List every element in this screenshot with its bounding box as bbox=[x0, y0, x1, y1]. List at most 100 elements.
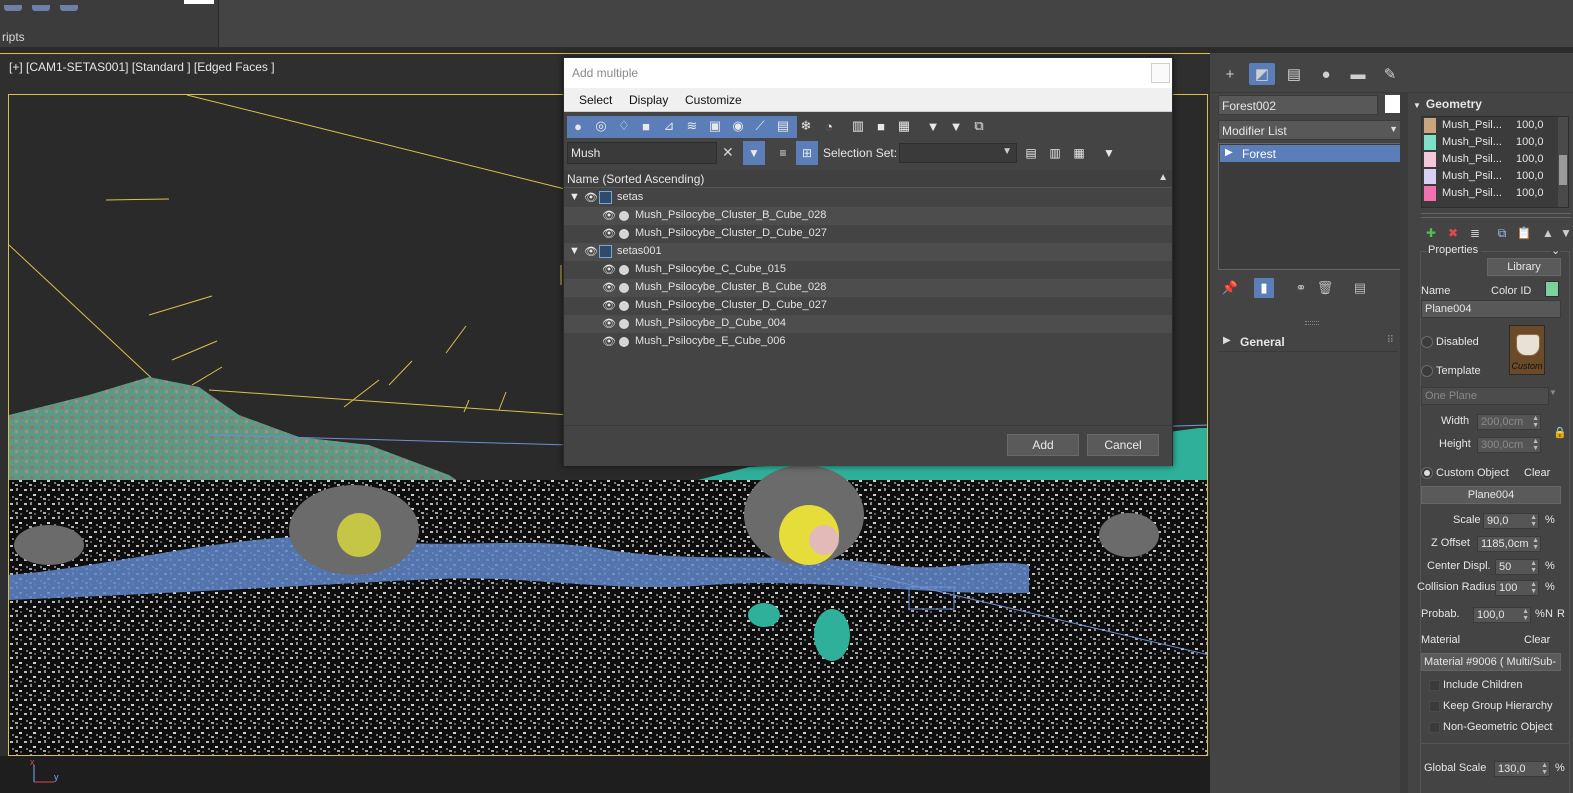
custom-thumbnail[interactable]: Custom bbox=[1509, 325, 1545, 375]
disabled-checkbox[interactable] bbox=[1421, 336, 1433, 348]
custom-object-button[interactable]: Plane004 bbox=[1421, 486, 1561, 504]
bone-filter-icon[interactable]: ⟋ bbox=[751, 117, 769, 135]
expand-arrow-icon[interactable]: ▶ bbox=[1225, 147, 1233, 158]
select-invert-icon[interactable]: ▦ bbox=[1068, 141, 1090, 165]
collapse-arrow-icon[interactable]: ▼ bbox=[569, 245, 580, 257]
menu-customize[interactable]: Customize bbox=[685, 93, 742, 107]
pin-stack-icon[interactable]: 📌 bbox=[1220, 278, 1240, 298]
filter-toggle-button[interactable]: ▼ bbox=[743, 141, 765, 165]
spinner-arrows-icon[interactable]: ▲ ▼ bbox=[1522, 608, 1529, 622]
modifier-list-dropdown[interactable]: Modifier List ▼ bbox=[1218, 120, 1403, 140]
modifier-stack-item[interactable]: ▶ Forest bbox=[1220, 145, 1402, 162]
cancel-button[interactable]: Cancel bbox=[1087, 434, 1159, 456]
create-tab-icon[interactable]: + bbox=[1217, 63, 1243, 85]
collapse-arrow-icon[interactable]: ▼ bbox=[569, 191, 580, 203]
visibility-eye-icon[interactable]: 👁 bbox=[602, 317, 616, 330]
material-button[interactable]: Material #9006 ( Multi/Sub- bbox=[1421, 653, 1561, 671]
visibility-eye-icon[interactable]: 👁 bbox=[602, 227, 616, 240]
tree-group-row[interactable]: ▼ 👁 setas bbox=[564, 189, 1172, 207]
invert-filter-icon[interactable]: ▥ bbox=[849, 117, 867, 135]
spinner-arrows-icon[interactable]: ▲ ▼ bbox=[1532, 438, 1539, 452]
container-filter-icon[interactable]: ▤ bbox=[774, 117, 792, 135]
tree-row[interactable]: 👁 Mush_Psilocybe_D_Cube_004 bbox=[564, 315, 1172, 333]
select-all-icon[interactable]: ▤ bbox=[1020, 141, 1042, 165]
scale-spinner[interactable]: 90,0 ▲ ▼ bbox=[1483, 513, 1539, 529]
tree-row[interactable]: 👁 Mush_Psilocybe_Cluster_B_Cube_028 bbox=[564, 207, 1172, 225]
name-field[interactable]: Plane004 bbox=[1421, 300, 1561, 318]
camera-filter-icon[interactable]: ■ bbox=[637, 117, 655, 135]
visibility-eye-icon[interactable]: 👁 bbox=[602, 335, 616, 348]
probab-n-button[interactable]: N bbox=[1545, 608, 1553, 620]
move-down-icon[interactable]: ▼ bbox=[1556, 223, 1573, 243]
visibility-eye-icon[interactable]: 👁 bbox=[602, 263, 616, 276]
spinner-arrows-icon[interactable]: ▲ ▼ bbox=[1530, 514, 1537, 528]
advanced-filter-icon[interactable]: ▼ bbox=[1098, 141, 1120, 165]
visibility-eye-icon[interactable]: 👁 bbox=[584, 191, 598, 204]
remove-geometry-icon[interactable]: ✖ bbox=[1443, 223, 1463, 243]
include-children-checkbox[interactable] bbox=[1429, 680, 1440, 691]
tree-group-row[interactable]: ▼ 👁 setas001 bbox=[564, 243, 1172, 261]
geometry-list-item[interactable]: Mush_Psil... 100,0 bbox=[1422, 151, 1568, 168]
light-filter-icon[interactable]: ♢ bbox=[615, 117, 633, 135]
height-spinner[interactable]: 300,0cm ▲ ▼ bbox=[1477, 437, 1541, 453]
tree-row[interactable]: 👁 Mush_Psilocybe_C_Cube_015 bbox=[564, 261, 1172, 279]
modify-tab-icon[interactable]: ◩ bbox=[1249, 63, 1275, 85]
tool-icon[interactable] bbox=[60, 5, 78, 11]
add-button[interactable]: Add bbox=[1007, 434, 1079, 456]
geometry-list-item[interactable]: Mush_Psil... 100,0 bbox=[1422, 168, 1568, 185]
custom-object-radio[interactable] bbox=[1421, 467, 1433, 479]
add-geometry-icon[interactable]: ✚ bbox=[1421, 223, 1441, 243]
custom-object-clear-button[interactable]: Clear bbox=[1524, 467, 1550, 479]
make-unique-icon[interactable]: ⚭ bbox=[1291, 278, 1311, 298]
xref-filter-icon[interactable]: ◉ bbox=[729, 117, 747, 135]
material-clear-button[interactable]: Clear bbox=[1524, 634, 1550, 646]
probab-spinner[interactable]: 100,0 ▲ ▼ bbox=[1473, 607, 1531, 623]
shape-filter-icon[interactable]: ◎ bbox=[592, 117, 610, 135]
funnel-icon[interactable]: ▼ bbox=[947, 117, 965, 135]
group-filter-icon[interactable]: ▣ bbox=[706, 117, 724, 135]
funnel-filter-icon[interactable]: ▼ bbox=[924, 117, 942, 135]
menu-display[interactable]: Display bbox=[629, 93, 668, 107]
clear-search-icon[interactable]: ✕ bbox=[722, 144, 734, 161]
lock-icon[interactable]: 🔒 bbox=[1553, 426, 1567, 439]
object-name-field[interactable]: Forest002 bbox=[1218, 95, 1378, 115]
visibility-eye-icon[interactable]: 👁 bbox=[584, 245, 598, 258]
name-column-header[interactable]: Name (Sorted Ascending) ▲ bbox=[564, 170, 1172, 188]
hidden-filter-icon[interactable]: ◔ bbox=[820, 117, 838, 135]
layer-view-button[interactable]: ≡ bbox=[772, 141, 794, 165]
spinner-arrows-icon[interactable]: ▲ ▼ bbox=[1532, 537, 1539, 551]
add-list-icon[interactable]: ≣ bbox=[1465, 223, 1485, 243]
library-button[interactable]: Library bbox=[1487, 258, 1561, 276]
hierarchy-tab-icon[interactable]: ▤ bbox=[1281, 63, 1307, 85]
remove-modifier-icon[interactable]: 🗑 bbox=[1315, 278, 1335, 298]
spinner-arrows-icon[interactable]: ▲ ▼ bbox=[1530, 560, 1537, 574]
collapse-chevron-icon[interactable]: ⌄ bbox=[1551, 244, 1561, 257]
width-spinner[interactable]: 200,0cm ▲ ▼ bbox=[1477, 414, 1541, 430]
collision-radius-spinner[interactable]: 100 ▲ ▼ bbox=[1495, 580, 1539, 596]
show-end-result-icon[interactable]: ▮ bbox=[1254, 278, 1274, 298]
scrollbar-thumb[interactable] bbox=[1559, 155, 1567, 185]
frozen-filter-icon[interactable]: ❄ bbox=[797, 117, 815, 135]
selection-set-dropdown[interactable]: ▼ bbox=[899, 143, 1017, 163]
spinner-arrows-icon[interactable]: ▲ ▼ bbox=[1532, 415, 1539, 429]
geometry-rollout-header[interactable]: ▼ Geometry bbox=[1413, 97, 1482, 111]
all-filter-icon[interactable]: ■ bbox=[872, 117, 890, 135]
helper-filter-icon[interactable]: ⊿ bbox=[660, 117, 678, 135]
tool-icon[interactable] bbox=[4, 5, 22, 11]
spinner-arrows-icon[interactable]: ▲ ▼ bbox=[1530, 581, 1537, 595]
dialog-close-button[interactable] bbox=[1151, 63, 1170, 83]
spacewarp-filter-icon[interactable]: ≋ bbox=[683, 117, 701, 135]
z-offset-spinner[interactable]: 1185,0cm ▲ ▼ bbox=[1477, 536, 1541, 552]
viewport-label[interactable]: [+] [CAM1-SETAS001] [Standard ] [Edged F… bbox=[9, 60, 275, 74]
geometry-list-item[interactable]: Mush_Psil... 100,0 bbox=[1422, 117, 1568, 134]
center-displ-spinner[interactable]: 50 ▲ ▼ bbox=[1495, 559, 1539, 575]
layers-icon[interactable]: ⧉ bbox=[970, 117, 988, 135]
keep-group-hierarchy-checkbox[interactable] bbox=[1429, 701, 1440, 712]
tree-row[interactable]: 👁 Mush_Psilocybe_E_Cube_006 bbox=[564, 333, 1172, 351]
tool-icon[interactable] bbox=[32, 5, 50, 11]
copy-icon[interactable]: ⧉ bbox=[1492, 223, 1512, 243]
paste-icon[interactable]: 📋 bbox=[1514, 223, 1534, 243]
dialog-title-bar[interactable]: Add multiple bbox=[564, 58, 1172, 88]
expand-arrow-icon[interactable]: ▶ bbox=[1223, 335, 1231, 346]
menu-select[interactable]: Select bbox=[579, 93, 612, 107]
